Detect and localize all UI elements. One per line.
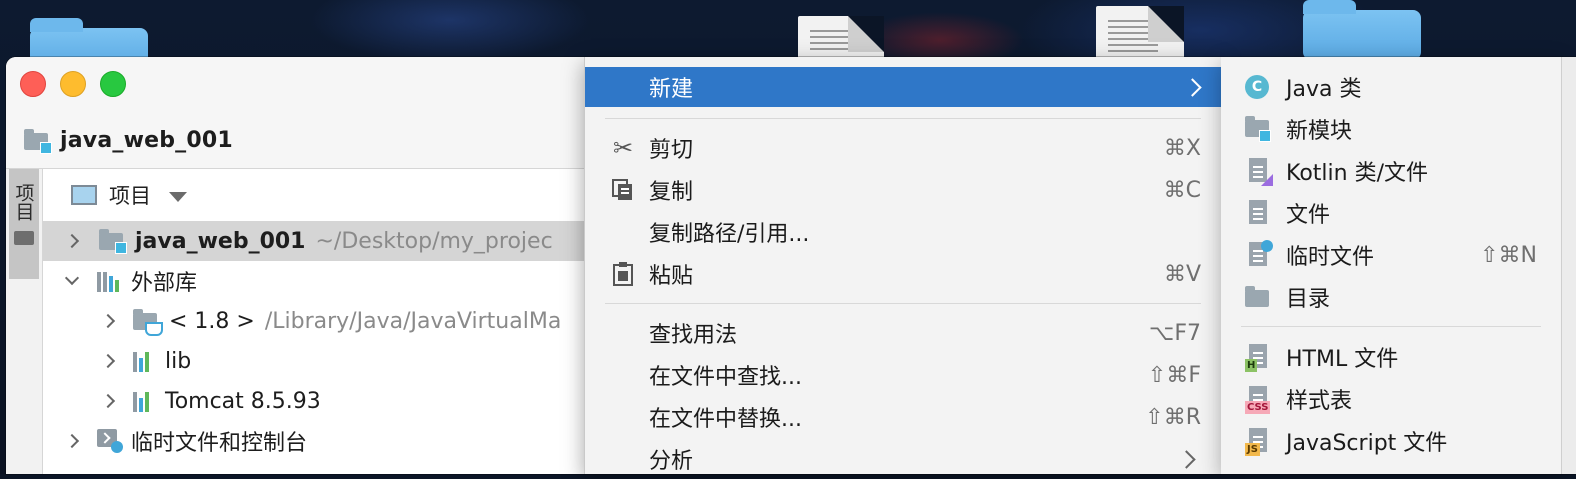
desktop-document-icon[interactable] [798,16,884,60]
chevron-down-icon[interactable] [169,192,187,202]
editor-edge [1561,57,1576,474]
submenu-item-label: 样式表 [1286,389,1353,414]
submenu-item-label: HTML 文件 [1286,347,1399,372]
menu-item-analyze[interactable]: 分析 [591,439,1215,479]
css-file-icon: CSS [1245,384,1273,414]
new-submenu: C Java 类 新模块 Kotlin 类/文件 文件 临时文件 ⇧⌘N 目录 … [1221,57,1562,474]
submenu-item-label: 新模块 [1286,119,1353,144]
library-icon [97,270,123,292]
scissors-icon: ✂ [612,134,634,162]
chevron-right-icon[interactable] [64,433,80,449]
close-window-button[interactable] [20,71,46,97]
folder-icon [14,231,34,245]
menu-item-paste[interactable]: 粘贴 ⌘V [591,254,1215,294]
library-icon [133,350,159,372]
menu-separator [605,303,1201,304]
html-file-icon: H [1245,342,1273,372]
left-tool-strip: 项目 [6,169,43,474]
context-menu: 新建 ✂ 剪切 ⌘X 复制 ⌘C 复制路径/引用... 粘贴 ⌘V 查找用法 ⌥… [584,57,1222,474]
menu-item-find-in-files[interactable]: 在文件中查找... ⇧⌘F [591,355,1215,395]
menu-item-replace-in-files[interactable]: 在文件中替换... ⇧⌘R [591,397,1215,437]
chevron-right-icon [1183,77,1202,97]
desktop-document-icon[interactable] [1096,6,1184,60]
menu-item-label: 查找用法 [649,323,738,348]
submenu-item-kotlin[interactable]: Kotlin 类/文件 [1221,151,1561,191]
module-folder-icon [1245,114,1273,144]
breadcrumb-project[interactable]: java_web_001 [60,128,233,153]
menu-item-new[interactable]: 新建 [585,67,1221,107]
project-view-selector[interactable]: 项目 [109,180,151,210]
menu-item-label: 在文件中替换... [649,407,802,432]
copy-icon [609,176,637,204]
file-icon [1245,198,1273,228]
jdk-icon [133,309,163,336]
module-folder-icon [99,229,127,254]
menu-item-label: 新建 [649,77,694,102]
menu-item-label: 分析 [649,449,694,474]
tree-item-label: java_web_001 [135,228,306,254]
menu-separator [1241,326,1541,327]
menu-item-shortcut: ⌘C [1163,177,1201,203]
menu-item-copy[interactable]: 复制 ⌘C [591,170,1215,210]
scratches-console-icon [97,429,123,453]
menu-item-label: 复制路径/引用... [649,222,810,247]
menu-item-label: 粘贴 [649,264,694,289]
tree-item-label: < 1.8 > [169,308,255,334]
chevron-right-icon [1177,449,1196,469]
menu-item-find-usages[interactable]: 查找用法 ⌥F7 [591,313,1215,353]
js-file-icon: JS [1245,426,1273,456]
project-tab-label: 项目 [12,183,35,221]
submenu-item-label: 临时文件 [1286,245,1375,270]
submenu-item-java-class[interactable]: C Java 类 [1221,67,1561,107]
submenu-item-scratch-file[interactable]: 临时文件 ⇧⌘N [1221,235,1561,275]
menu-item-cut[interactable]: ✂ 剪切 ⌘X [591,128,1215,168]
submenu-item-file[interactable]: 文件 [1221,193,1561,233]
menu-item-label: 在文件中查找... [649,365,802,390]
zoom-window-button[interactable] [100,71,126,97]
submenu-item-javascript[interactable]: JS JavaScript 文件 [1221,421,1561,461]
menu-item-shortcut: ⇧⌘F [1147,362,1201,388]
project-tool-window-tab[interactable]: 项目 [9,169,39,279]
submenu-item-shortcut: ⇧⌘N [1480,242,1537,268]
submenu-item-label: 文件 [1286,203,1331,228]
desktop-folder-icon[interactable] [1303,0,1421,60]
java-class-icon: C [1245,72,1273,102]
menu-item-label: 剪切 [649,138,694,163]
tree-item-label: Tomcat 8.5.93 [165,388,321,414]
submenu-item-html[interactable]: H HTML 文件 [1221,337,1561,377]
project-view-icon [71,185,97,205]
submenu-item-stylesheet[interactable]: CSS 样式表 [1221,379,1561,419]
chevron-right-icon[interactable] [64,233,80,249]
clipboard-icon [609,260,637,288]
chevron-right-icon[interactable] [100,393,116,409]
scratch-file-icon [1245,240,1273,270]
menu-separator [605,118,1201,119]
submenu-item-label: JavaScript 文件 [1286,431,1448,456]
menu-item-shortcut: ⌥F7 [1148,320,1201,346]
submenu-item-directory[interactable]: 目录 [1221,277,1561,317]
menu-item-shortcut: ⌘X [1163,135,1201,161]
library-icon [133,390,159,412]
menu-item-shortcut: ⌘V [1163,261,1201,287]
submenu-item-label: 目录 [1286,287,1331,312]
tree-item-label: lib [165,348,192,374]
chevron-right-icon[interactable] [100,313,116,329]
tree-item-path: /Library/Java/JavaVirtualMa [264,308,562,334]
menu-item-shortcut: ⇧⌘R [1145,404,1201,430]
submenu-item-new-module[interactable]: 新模块 [1221,109,1561,149]
tree-item-label: 外部库 [131,271,198,296]
folder-icon [1245,282,1273,312]
submenu-item-label: Java 类 [1286,77,1362,102]
chevron-down-icon[interactable] [64,270,80,286]
menu-item-copy-path[interactable]: 复制路径/引用... [591,212,1215,252]
tree-item-path: ~/Desktop/my_projec [315,228,553,254]
kotlin-file-icon [1245,156,1273,186]
minimize-window-button[interactable] [60,71,86,97]
module-folder-icon [24,128,52,154]
chevron-right-icon[interactable] [100,353,116,369]
tree-item-label: 临时文件和控制台 [131,431,308,456]
menu-item-label: 复制 [649,180,694,205]
submenu-item-label: Kotlin 类/文件 [1286,161,1428,186]
